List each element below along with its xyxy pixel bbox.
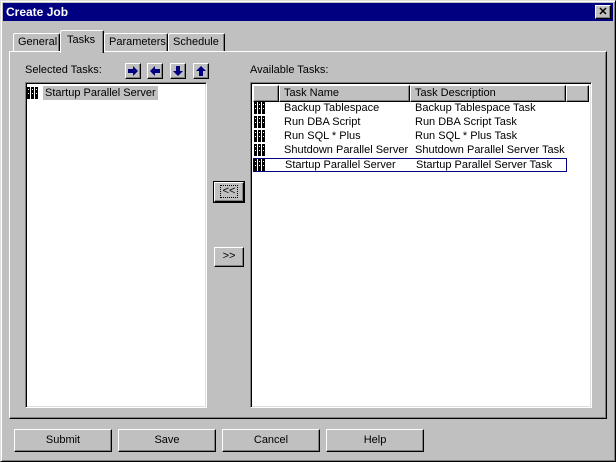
selected-task-item[interactable]: Startup Parallel Server (43, 86, 158, 100)
help-button[interactable]: Help (326, 429, 424, 452)
table-row[interactable]: Run SQL * Plus Run SQL * Plus Task (253, 129, 567, 143)
task-icon (27, 87, 38, 99)
arrow-down-icon (173, 66, 183, 76)
task-description: Shutdown Parallel Server Task (415, 144, 565, 156)
task-icon (254, 130, 265, 142)
add-task-button[interactable]: << (213, 181, 245, 203)
close-button[interactable]: ✕ (595, 5, 611, 19)
selected-tasks-list[interactable] (25, 82, 207, 408)
submit-button[interactable]: Submit (14, 429, 112, 452)
tab-parameters-label: Parameters (109, 36, 166, 48)
task-icon (254, 116, 265, 128)
icon-column-header[interactable] (253, 85, 279, 102)
task-description: Run SQL * Plus Task (415, 130, 518, 142)
save-button[interactable]: Save (118, 429, 216, 452)
create-job-dialog: Create Job ✕ General Tasks Parameters Sc… (0, 0, 616, 462)
task-description: Backup Tablespace Task (415, 102, 536, 114)
task-icon (254, 159, 265, 171)
tab-parameters[interactable]: Parameters (104, 33, 168, 52)
arrow-right-icon (128, 66, 138, 76)
add-task-label: << (219, 185, 239, 198)
tab-schedule[interactable]: Schedule (168, 33, 225, 52)
move-down-button[interactable] (170, 63, 186, 79)
task-name: Run DBA Script (284, 116, 361, 128)
arrow-up-icon (196, 66, 206, 76)
table-row[interactable]: Run DBA Script Run DBA Script Task (253, 115, 567, 129)
selected-tasks-label: Selected Tasks: (25, 64, 102, 76)
task-description: Startup Parallel Server Task (416, 159, 553, 171)
tab-schedule-label: Schedule (173, 36, 219, 48)
tab-general[interactable]: General (13, 33, 60, 52)
table-row-focused[interactable]: Startup Parallel Server Startup Parallel… (253, 158, 567, 172)
move-up-button[interactable] (193, 63, 209, 79)
table-row[interactable]: Shutdown Parallel Server Shutdown Parall… (253, 143, 567, 157)
window-title: Create Job (6, 5, 69, 19)
task-name: Startup Parallel Server (285, 159, 396, 171)
column-header-task-name[interactable]: Task Name (279, 85, 410, 102)
move-left-button[interactable] (147, 63, 163, 79)
task-name: Shutdown Parallel Server (284, 144, 409, 156)
empty-column-header[interactable] (566, 85, 589, 102)
tab-tasks-label: Tasks (67, 34, 96, 46)
arrow-left-icon (150, 66, 160, 76)
task-name: Run SQL * Plus (284, 130, 361, 142)
task-name: Backup Tablespace (284, 102, 380, 114)
tab-general-label: General (18, 36, 58, 48)
move-right-button[interactable] (125, 63, 141, 79)
task-description: Run DBA Script Task (415, 116, 517, 128)
column-header-task-description[interactable]: Task Description (410, 85, 566, 102)
tab-tasks[interactable]: Tasks (60, 30, 104, 53)
title-bar[interactable]: Create Job ✕ (3, 3, 613, 21)
available-tasks-label: Available Tasks: (250, 64, 329, 76)
table-row[interactable]: Backup Tablespace Backup Tablespace Task (253, 101, 567, 115)
task-icon (254, 102, 265, 114)
task-icon (254, 144, 265, 156)
remove-task-button[interactable]: >> (214, 247, 244, 267)
cancel-button[interactable]: Cancel (222, 429, 320, 452)
